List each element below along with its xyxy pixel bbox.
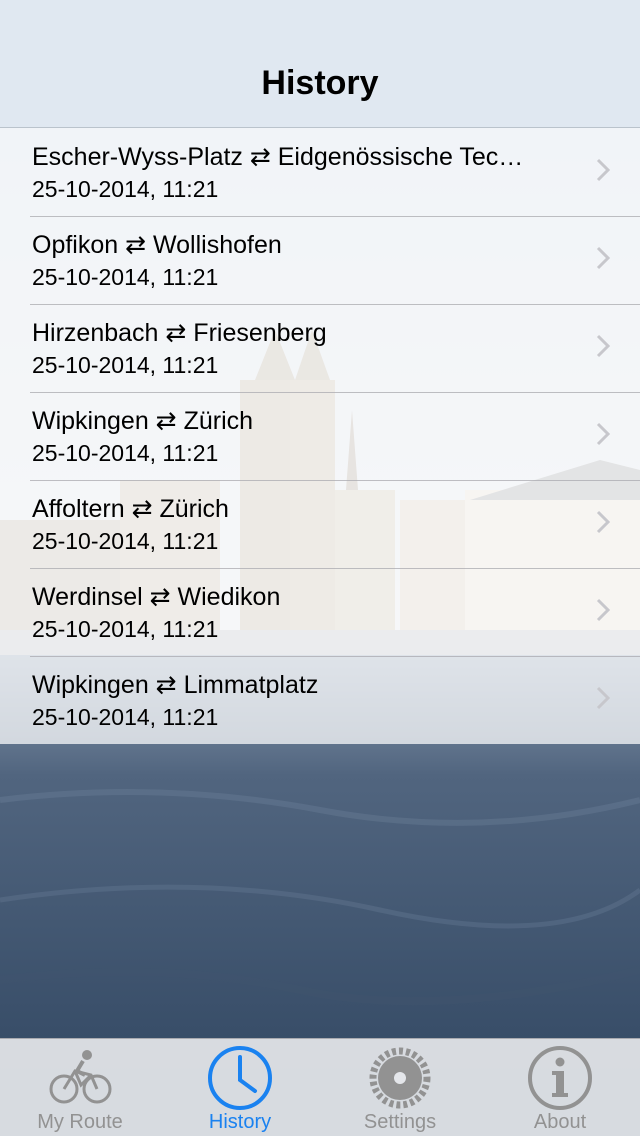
list-item[interactable]: Wipkingen ⇄ Zürich 25-10-2014, 11:21: [0, 392, 640, 480]
info-icon: [528, 1046, 592, 1110]
list-item[interactable]: Opfikon ⇄ Wollishofen 25-10-2014, 11:21: [0, 216, 640, 304]
chevron-right-icon: [596, 598, 610, 622]
route-label: Hirzenbach ⇄ Friesenberg: [32, 319, 327, 347]
gear-icon: [369, 1047, 431, 1109]
tab-about[interactable]: About: [480, 1039, 640, 1136]
page-title: History: [261, 64, 379, 102]
tab-label: Settings: [363, 1111, 437, 1133]
route-label: Wipkingen ⇄ Zürich: [32, 407, 254, 435]
route-label: Werdinsel ⇄ Wiedikon: [32, 583, 281, 611]
chevron-right-icon: [596, 510, 610, 534]
timestamp: 25-10-2014, 11:21: [32, 176, 219, 202]
tab-label: History: [208, 1111, 272, 1133]
list-item[interactable]: Affoltern ⇄ Zürich 25-10-2014, 11:21: [0, 480, 640, 568]
list-item[interactable]: Escher-Wyss-Platz ⇄ Eidgenössische Tec… …: [0, 128, 640, 216]
chevron-right-icon: [596, 334, 610, 358]
timestamp: 25-10-2014, 11:21: [32, 616, 219, 642]
route-label: Wipkingen ⇄ Limmatplatz: [32, 671, 319, 699]
timestamp: 25-10-2014, 11:21: [32, 528, 219, 554]
chevron-right-icon: [596, 158, 610, 182]
timestamp: 25-10-2014, 11:21: [32, 704, 219, 730]
tab-bar: My Route History Settings About: [0, 1038, 640, 1136]
navigation-bar: History: [0, 0, 640, 128]
chevron-right-icon: [596, 246, 610, 270]
tab-label: About: [533, 1111, 587, 1133]
tab-history[interactable]: History: [160, 1039, 320, 1136]
history-list: Escher-Wyss-Platz ⇄ Eidgenössische Tec… …: [0, 128, 640, 744]
bicycle-icon: [49, 1050, 112, 1104]
timestamp: 25-10-2014, 11:21: [32, 264, 219, 290]
tab-label: My Route: [37, 1111, 123, 1133]
list-item[interactable]: Werdinsel ⇄ Wiedikon 25-10-2014, 11:21: [0, 568, 640, 656]
tab-my-route[interactable]: My Route: [0, 1039, 160, 1136]
route-label: Opfikon ⇄ Wollishofen: [32, 231, 282, 259]
timestamp: 25-10-2014, 11:21: [32, 352, 219, 378]
timestamp: 25-10-2014, 11:21: [32, 440, 219, 466]
route-label: Affoltern ⇄ Zürich: [32, 495, 229, 523]
tab-settings[interactable]: Settings: [320, 1039, 480, 1136]
route-label: Escher-Wyss-Platz ⇄ Eidgenössische Tec…: [32, 143, 524, 171]
list-item[interactable]: Wipkingen ⇄ Limmatplatz 25-10-2014, 11:2…: [0, 656, 640, 744]
clock-icon: [208, 1046, 272, 1110]
chevron-right-icon: [596, 422, 610, 446]
chevron-right-icon: [596, 686, 610, 710]
list-item[interactable]: Hirzenbach ⇄ Friesenberg 25-10-2014, 11:…: [0, 304, 640, 392]
